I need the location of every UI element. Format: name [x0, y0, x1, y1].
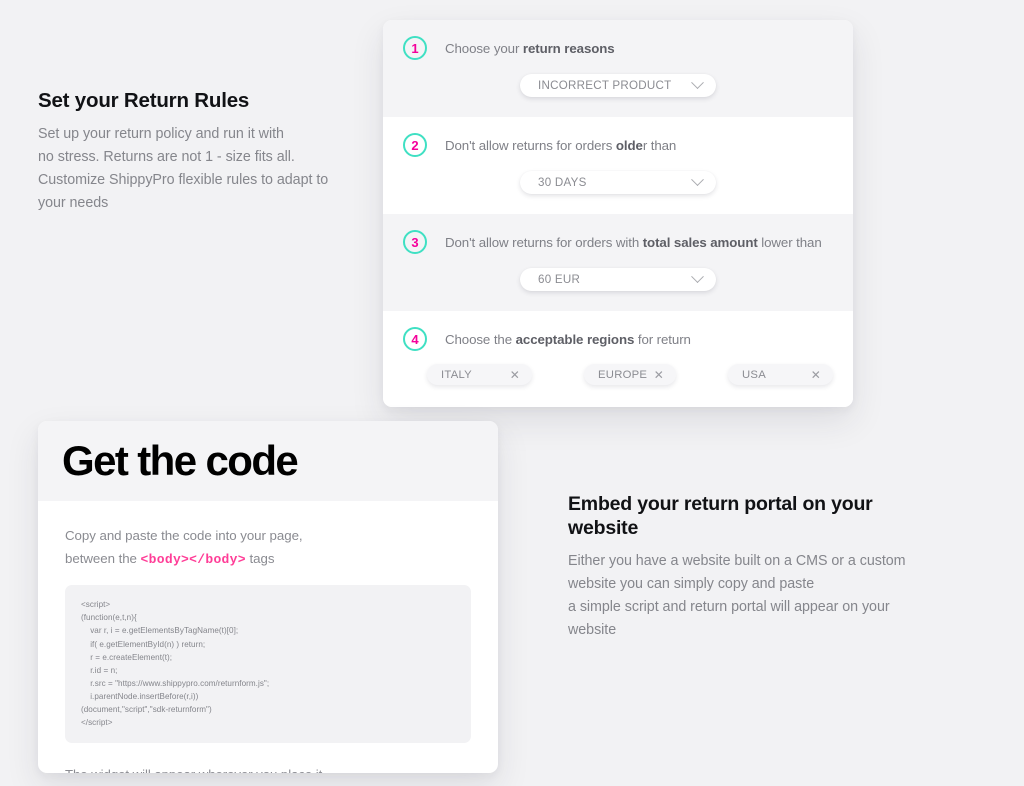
rule-row-1-label: Choose your return reasons: [445, 41, 615, 56]
body-tag-token: <body></body>: [140, 551, 246, 567]
rule-row-2-label-post: r than: [642, 137, 677, 153]
code-footnote: The widget will appear wherever you plac…: [65, 767, 471, 773]
rule-row-2-label-bold: olde: [615, 137, 643, 153]
sales-amount-dropdown[interactable]: 60 EUR: [520, 268, 716, 291]
region-chip-label: ITALY: [441, 368, 472, 381]
return-rules-description: Set up your return policy and run it wit…: [38, 125, 329, 212]
region-chip[interactable]: ITALY ✕: [427, 364, 532, 385]
rule-row-2-header: 2 Don't allow returns for orders older t…: [383, 133, 853, 157]
region-chip-list: ITALY ✕ EUROPE ✕ USA ✕: [383, 364, 853, 385]
return-reasons-dropdown-value: INCORRECT PRODUCT: [538, 79, 672, 92]
code-instruction: Copy and paste the code into your page, …: [65, 525, 471, 571]
close-icon[interactable]: ✕: [510, 369, 520, 381]
embed-text-block: Embed your return portal on your website…: [568, 493, 913, 642]
code-snippet-block[interactable]: <script> (function(e,t,n){ var r, i = e.…: [65, 585, 471, 744]
get-the-code-header: Get the code: [38, 421, 498, 501]
return-rules-card: 1 Choose your return reasons INCORRECT P…: [383, 20, 853, 407]
step-number-badge-4: 4: [403, 327, 427, 351]
rule-row-3-label-pre: Don't allow returns for orders with: [445, 234, 643, 250]
rule-row-3: 3 Don't allow returns for orders with to…: [383, 214, 853, 311]
rule-row-1: 1 Choose your return reasons INCORRECT P…: [383, 20, 853, 117]
rule-row-3-control: 60 EUR: [383, 268, 853, 291]
rule-row-2-control: 30 DAYS: [383, 171, 853, 194]
code-instruction-line1: Copy and paste the code into your page,: [65, 528, 303, 543]
code-instruction-line2-pre: between the: [65, 550, 141, 566]
rule-row-4-header: 4 Choose the acceptable regions for retu…: [383, 327, 853, 351]
rule-row-1-label-bold: return reasons: [522, 40, 615, 56]
step-number-badge-3: 3: [403, 230, 427, 254]
rule-row-3-label-post: lower than: [757, 234, 822, 250]
rule-row-4-label-pre: Choose the: [445, 331, 516, 347]
close-icon[interactable]: ✕: [654, 369, 664, 381]
get-the-code-title: Get the code: [62, 437, 299, 484]
return-reasons-dropdown[interactable]: INCORRECT PRODUCT: [520, 74, 716, 97]
rule-row-1-control: INCORRECT PRODUCT: [383, 74, 853, 97]
return-rules-heading: Set your Return Rules: [38, 89, 250, 112]
chevron-down-icon: [691, 76, 704, 90]
rule-row-3-label: Don't allow returns for orders with tota…: [445, 235, 822, 250]
code-instruction-line2-post: tags: [245, 550, 275, 566]
rule-row-1-label-pre: Choose your: [445, 40, 523, 56]
order-age-dropdown[interactable]: 30 DAYS: [520, 171, 716, 194]
get-the-code-body: Copy and paste the code into your page, …: [38, 501, 498, 773]
rule-row-1-header: 1 Choose your return reasons: [383, 36, 853, 60]
rule-row-4-label-post: for return: [634, 331, 691, 347]
embed-description: Either you have a website built on a CMS…: [568, 552, 906, 639]
rule-row-4-label-bold: acceptable regions: [515, 331, 635, 347]
rule-row-2: 2 Don't allow returns for orders older t…: [383, 117, 853, 214]
return-rules-text-block: Set your Return Rules Set up your return…: [38, 88, 338, 215]
close-icon[interactable]: ✕: [811, 369, 821, 381]
rule-row-4: 4 Choose the acceptable regions for retu…: [383, 311, 853, 407]
region-chip-label: EUROPE: [598, 368, 648, 381]
region-chip-label: USA: [742, 368, 766, 381]
rule-row-2-label: Don't allow returns for orders older tha…: [445, 138, 676, 153]
chevron-down-icon: [691, 270, 704, 284]
step-number-badge-2: 2: [403, 133, 427, 157]
chevron-down-icon: [691, 173, 704, 187]
rule-row-4-label: Choose the acceptable regions for return: [445, 332, 691, 347]
get-the-code-card: Get the code Copy and paste the code int…: [38, 421, 498, 773]
order-age-dropdown-value: 30 DAYS: [538, 176, 587, 189]
rule-row-3-header: 3 Don't allow returns for orders with to…: [383, 230, 853, 254]
embed-heading: Embed your return portal on your website: [568, 493, 873, 539]
rule-row-2-label-pre: Don't allow returns for orders: [445, 137, 616, 153]
rule-row-3-label-bold: total sales amount: [642, 234, 758, 250]
region-chip[interactable]: EUROPE ✕: [584, 364, 676, 385]
region-chip[interactable]: USA ✕: [728, 364, 833, 385]
step-number-badge-1: 1: [403, 36, 427, 60]
sales-amount-dropdown-value: 60 EUR: [538, 273, 581, 286]
